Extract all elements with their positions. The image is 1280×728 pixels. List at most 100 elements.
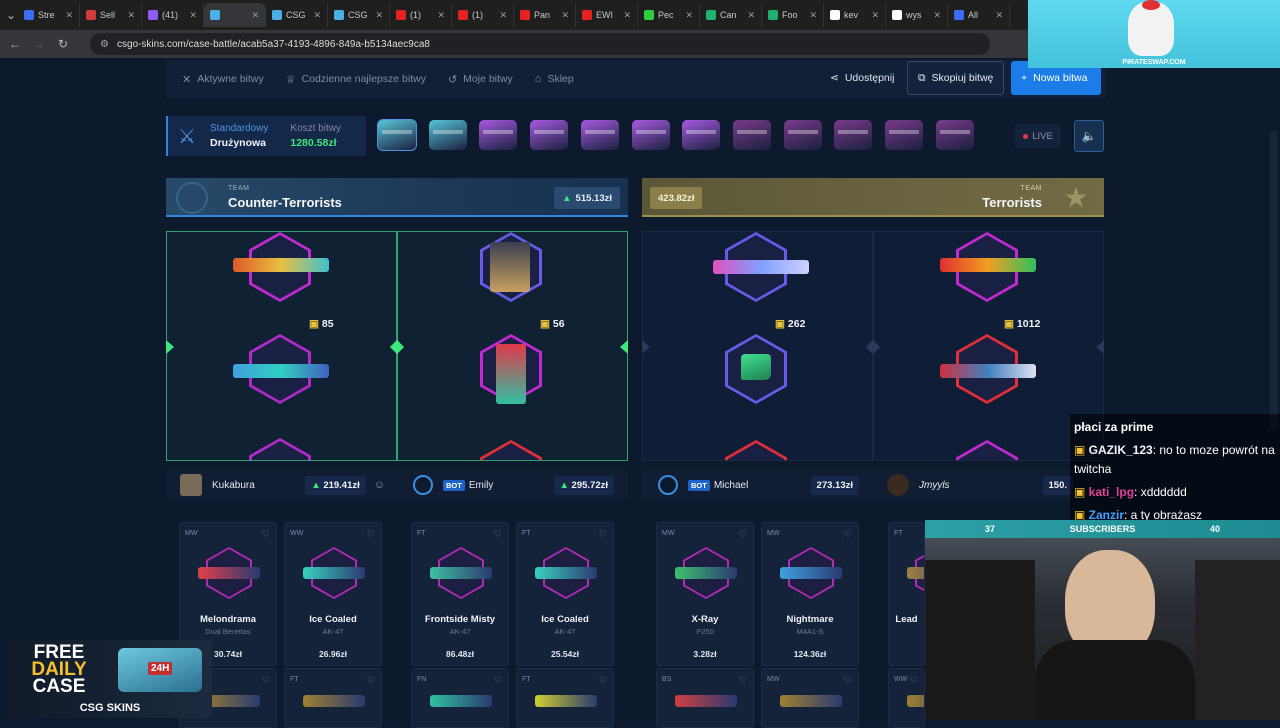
- item-image: [535, 695, 597, 707]
- tab-close-icon[interactable]: ✕: [561, 10, 569, 21]
- heart-icon[interactable]: ♡: [367, 529, 375, 540]
- browser-tab[interactable]: CSG ✕: [266, 3, 328, 27]
- case-thumbnail[interactable]: [885, 120, 923, 150]
- tab-close-icon[interactable]: ✕: [933, 10, 941, 21]
- item-card[interactable]: FT ♡: [516, 668, 614, 728]
- case-thumbnail[interactable]: [834, 120, 873, 150]
- tab-close-icon[interactable]: ✕: [313, 10, 321, 21]
- tab-close-icon[interactable]: ✕: [189, 10, 197, 21]
- heart-icon[interactable]: ♡: [494, 675, 502, 686]
- browser-tab[interactable]: EWI ✕: [576, 3, 638, 27]
- case-thumbnail[interactable]: [783, 120, 822, 150]
- item-card[interactable]: WW ♡ Ice Coaled AK-47 26.96zł: [284, 522, 382, 666]
- heart-icon[interactable]: ♡: [739, 675, 747, 686]
- tab-close-icon[interactable]: ✕: [499, 10, 507, 21]
- share-button[interactable]: ⋖ Udostępnij: [820, 61, 904, 95]
- player-name[interactable]: Kukabura: [212, 480, 255, 491]
- player-value: ▲ 219.41zł: [305, 475, 366, 495]
- tab-close-icon[interactable]: ✕: [375, 10, 383, 21]
- tab-close-icon[interactable]: ✕: [127, 10, 135, 21]
- case-thumbnail[interactable]: [428, 120, 467, 150]
- browser-tab[interactable]: Pan ✕: [514, 3, 576, 27]
- browser-tab[interactable]: Can ✕: [700, 3, 762, 27]
- item-card[interactable]: FT ♡ Ice Coaled AK-47 25.54zł: [516, 522, 614, 666]
- case-thumbnail[interactable]: [631, 120, 670, 150]
- site-info-icon[interactable]: ⚙: [100, 39, 109, 50]
- forward-arrow-icon[interactable]: →: [32, 37, 46, 51]
- weapon-image: [940, 364, 1036, 378]
- case-thumbnail[interactable]: [479, 120, 518, 150]
- browser-tab[interactable]: (41) ✕: [142, 3, 204, 27]
- browser-tab[interactable]: Foo ✕: [762, 3, 824, 27]
- heart-icon[interactable]: ♡: [367, 675, 375, 686]
- item-card[interactable]: FT ♡ Frontside Misty AK-47 86.48zł: [411, 522, 509, 666]
- reload-icon[interactable]: ↻: [56, 37, 70, 51]
- heart-icon[interactable]: ♡: [599, 675, 607, 686]
- browser-tab[interactable]: Stre ✕: [18, 3, 80, 27]
- heart-icon[interactable]: ♡: [262, 529, 270, 540]
- item-card[interactable]: MW ♡ X-Ray P250 3.28zł: [656, 522, 754, 666]
- item-card[interactable]: FN ♡: [411, 668, 509, 728]
- avatar[interactable]: [180, 474, 202, 496]
- tab-close-icon[interactable]: ✕: [437, 10, 445, 21]
- browser-tab[interactable]: All ✕: [948, 3, 1010, 27]
- tab-close-icon[interactable]: ✕: [747, 10, 755, 21]
- tab-close-icon[interactable]: ✕: [623, 10, 631, 21]
- case-thumbnail[interactable]: [530, 120, 569, 150]
- case-thumbnail[interactable]: [732, 120, 771, 150]
- free-daily-case-banner[interactable]: FREE DAILY CASE 24H CSG SKINS: [8, 640, 212, 718]
- heart-icon[interactable]: ♡: [599, 529, 607, 540]
- case-thumbnail[interactable]: [377, 119, 417, 151]
- scrollbar[interactable]: [1270, 130, 1278, 430]
- browser-tab[interactable]: ✕: [204, 3, 266, 27]
- ct-emblem-icon: [176, 182, 208, 214]
- heart-icon[interactable]: ♡: [739, 529, 747, 540]
- live-dot-icon: [1023, 133, 1029, 139]
- emoji-icon[interactable]: ☺: [374, 479, 385, 491]
- case-thumbnail[interactable]: [682, 120, 721, 150]
- heart-icon[interactable]: ♡: [844, 675, 852, 686]
- browser-tab[interactable]: (1) ✕: [452, 3, 514, 27]
- item-card[interactable]: WW ♡: [888, 668, 925, 728]
- item-card[interactable]: FT ♡: [284, 668, 382, 728]
- avatar[interactable]: [887, 474, 909, 496]
- arrow-up-icon: ▲: [562, 192, 572, 204]
- address-bar[interactable]: ⚙ csgo-skins.com/case-battle/acab5a37-41…: [90, 33, 990, 55]
- tab-list-chevron-icon[interactable]: ⌄: [4, 8, 18, 22]
- nav-shop[interactable]: ⌂ Sklep: [535, 73, 574, 85]
- item-card[interactable]: MW ♡: [761, 668, 859, 728]
- browser-tab[interactable]: kev ✕: [824, 3, 886, 27]
- nav-daily-best[interactable]: ♕ Codzienne najlepsze bitwy: [286, 73, 426, 86]
- back-arrow-icon[interactable]: ←: [8, 37, 22, 51]
- tab-close-icon[interactable]: ✕: [251, 10, 259, 21]
- heart-icon[interactable]: ♡: [910, 675, 918, 686]
- tab-close-icon[interactable]: ✕: [685, 10, 693, 21]
- tab-close-icon[interactable]: ✕: [65, 10, 73, 21]
- tab-title: Pan: [534, 10, 551, 20]
- sound-toggle-button[interactable]: 🔈: [1074, 120, 1104, 152]
- heart-icon[interactable]: ♡: [494, 529, 502, 540]
- item-card[interactable]: FT Lead: [888, 522, 925, 666]
- heart-icon[interactable]: ♡: [262, 675, 270, 686]
- spinner-pointer-left-icon: [642, 340, 650, 354]
- player-name[interactable]: Jmyyls: [919, 480, 950, 491]
- tab-close-icon[interactable]: ✕: [809, 10, 817, 21]
- heart-icon[interactable]: ♡: [844, 529, 852, 540]
- tab-close-icon[interactable]: ✕: [871, 10, 879, 21]
- browser-tab[interactable]: Sell ✕: [80, 3, 142, 27]
- case-thumbnail[interactable]: [580, 120, 619, 150]
- browser-tab[interactable]: (1) ✕: [390, 3, 452, 27]
- tab-close-icon[interactable]: ✕: [995, 10, 1003, 21]
- browser-tab[interactable]: CSG ✕: [328, 3, 390, 27]
- case-thumbnail[interactable]: [935, 120, 974, 150]
- browser-tab[interactable]: Pec ✕: [638, 3, 700, 27]
- nav-active-battles[interactable]: ✕ Aktywne bitwy: [182, 73, 264, 86]
- item-card[interactable]: MW ♡ Nightmare M4A1-S 124.36zł: [761, 522, 859, 666]
- nav-my-battles[interactable]: ↺ Moje bitwy: [448, 73, 513, 86]
- copy-battle-button[interactable]: ⧉ Skopiuj bitwę: [907, 61, 1005, 95]
- ct-team-small: TEAM: [228, 185, 250, 192]
- weapon-image: [233, 258, 329, 272]
- item-card[interactable]: BS ♡: [656, 668, 754, 728]
- browser-tab[interactable]: wys ✕: [886, 3, 948, 27]
- tab-favicon-icon: [210, 10, 220, 20]
